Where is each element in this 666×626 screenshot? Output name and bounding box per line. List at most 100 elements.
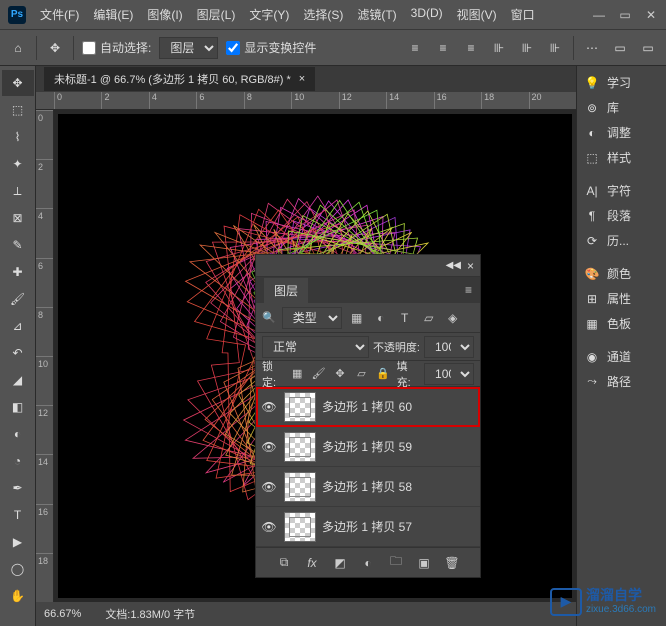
mode-icon[interactable]: ▭ (638, 38, 658, 58)
more-icon[interactable]: ⋯ (582, 38, 602, 58)
crop-tool[interactable]: ⟂ (2, 178, 34, 204)
filter-type-icon[interactable]: T (396, 309, 414, 327)
filter-pixel-icon[interactable]: ▦ (348, 309, 366, 327)
document-tab[interactable]: 未标题-1 @ 66.7% (多边形 1 拷贝 60, RGB/8#) * × (44, 67, 315, 91)
stamp-tool[interactable]: ⊿ (2, 313, 34, 339)
layer-item[interactable]: 👁 多边形 1 拷贝 58 (256, 467, 480, 507)
lock-artboard-icon[interactable]: ▱ (354, 365, 369, 383)
visibility-icon[interactable]: 👁 (260, 480, 278, 494)
panel-char[interactable]: A|字符 (579, 178, 664, 203)
layer-thumbnail[interactable] (284, 472, 316, 502)
opacity-value[interactable]: 100% (424, 336, 474, 358)
new-group-icon[interactable]: 🗀 (387, 554, 405, 572)
visibility-icon[interactable]: 👁 (260, 440, 278, 454)
filter-adjust-icon[interactable]: ◐ (372, 309, 390, 327)
panel-path[interactable]: ⤳路径 (579, 369, 664, 394)
menu-select[interactable]: 选择(S) (297, 3, 349, 26)
panel-props[interactable]: ⊞属性 (579, 286, 664, 311)
layer-name[interactable]: 多边形 1 拷贝 57 (322, 518, 412, 535)
layer-name[interactable]: 多边形 1 拷贝 60 (322, 398, 412, 415)
eraser-tool[interactable]: ◢ (2, 367, 34, 393)
gradient-tool[interactable]: ◧ (2, 394, 34, 420)
wand-tool[interactable]: ✦ (2, 151, 34, 177)
hand-tool[interactable]: ✋ (2, 583, 34, 609)
visibility-icon[interactable]: 👁 (260, 400, 278, 414)
shape-tool[interactable]: ◯ (2, 556, 34, 582)
lock-position-icon[interactable]: ✥ (332, 365, 347, 383)
heal-tool[interactable]: ✚ (2, 259, 34, 285)
layer-item[interactable]: 👁 多边形 1 拷贝 57 (256, 507, 480, 547)
collapse-icon[interactable]: ◀◀ (446, 260, 461, 271)
layers-tab[interactable]: 图层 (264, 278, 308, 303)
frame-tool[interactable]: ⊠ (2, 205, 34, 231)
layer-thumbnail[interactable] (284, 432, 316, 462)
panel-para[interactable]: ¶段落 (579, 203, 664, 228)
show-transform-checkbox[interactable]: 显示变换控件 (226, 39, 316, 56)
marquee-tool[interactable]: ⬚ (2, 97, 34, 123)
link-layers-icon[interactable]: ⧉ (275, 554, 293, 572)
layer-thumbnail[interactable] (284, 512, 316, 542)
distribute-icon[interactable]: ⊪ (545, 38, 565, 58)
maximize-button[interactable]: ▭ (618, 8, 632, 22)
distribute-icon[interactable]: ⊪ (517, 38, 537, 58)
path-select-tool[interactable]: ▶ (2, 529, 34, 555)
filter-shape-icon[interactable]: ▱ (420, 309, 438, 327)
panel-channel[interactable]: ◉通道 (579, 344, 664, 369)
layer-name[interactable]: 多边形 1 拷贝 58 (322, 478, 412, 495)
layer-thumbnail[interactable] (284, 392, 316, 422)
tab-close-icon[interactable]: × (299, 73, 305, 85)
panel-history[interactable]: ⟳历... (579, 228, 664, 253)
panel-swatch[interactable]: ▦色板 (579, 311, 664, 336)
layer-list[interactable]: 👁 多边形 1 拷贝 60 👁 多边形 1 拷贝 59 👁 多边形 1 拷贝 58 👁 多边形… (256, 387, 480, 547)
menu-file[interactable]: 文件(F) (34, 3, 85, 26)
move-tool[interactable]: ✥ (2, 70, 34, 96)
layers-panel[interactable]: ◀◀ × 图层 ≡ 🔍 类型 ▦ ◐ T ▱ ◈ 正常 不透明度: 100% 锁… (255, 254, 481, 578)
lock-pixels-icon[interactable]: 🖌 (311, 365, 326, 383)
menu-filter[interactable]: 滤镜(T) (351, 3, 402, 26)
auto-select-checkbox[interactable]: 自动选择: (82, 39, 151, 56)
filter-type-select[interactable]: 类型 (282, 307, 342, 329)
menu-3d[interactable]: 3D(D) (405, 3, 449, 26)
layer-item[interactable]: 👁 多边形 1 拷贝 59 (256, 427, 480, 467)
type-tool[interactable]: T (2, 502, 34, 528)
filter-smart-icon[interactable]: ◈ (444, 309, 462, 327)
distribute-icon[interactable]: ⊪ (489, 38, 509, 58)
zoom-level[interactable]: 66.67% (44, 608, 81, 620)
layer-fx-icon[interactable]: fx (303, 554, 321, 572)
lasso-tool[interactable]: ⌇ (2, 124, 34, 150)
menu-edit[interactable]: 编辑(E) (87, 3, 139, 26)
close-icon[interactable]: × (467, 259, 474, 273)
search-icon[interactable]: 🔍 (262, 311, 276, 324)
delete-layer-icon[interactable]: 🗑 (443, 554, 461, 572)
brush-tool[interactable]: 🖌 (2, 286, 34, 312)
eyedropper-tool[interactable]: ✎ (2, 232, 34, 258)
panel-adjust[interactable]: ◐调整 (579, 120, 664, 145)
menu-view[interactable]: 视图(V) (451, 3, 503, 26)
layer-mask-icon[interactable]: ◩ (331, 554, 349, 572)
menu-window[interactable]: 窗口 (505, 3, 541, 26)
panel-menu-icon[interactable]: ≡ (465, 283, 472, 297)
panel-style[interactable]: ⬚样式 (579, 145, 664, 170)
dodge-tool[interactable]: ◔ (2, 448, 34, 474)
blend-mode-select[interactable]: 正常 (262, 336, 369, 358)
layer-name[interactable]: 多边形 1 拷贝 59 (322, 438, 412, 455)
auto-select-target[interactable]: 图层 (159, 37, 218, 59)
align-icon[interactable]: ≡ (405, 38, 425, 58)
minimize-button[interactable]: — (592, 8, 606, 22)
home-icon[interactable]: ⌂ (8, 38, 28, 58)
adjustment-layer-icon[interactable]: ◐ (359, 554, 377, 572)
lock-transparent-icon[interactable]: ▦ (289, 365, 304, 383)
visibility-icon[interactable]: 👁 (260, 520, 278, 534)
history-brush-tool[interactable]: ↶ (2, 340, 34, 366)
panel-cc[interactable]: ⊚库 (579, 95, 664, 120)
close-button[interactable]: ✕ (644, 8, 658, 22)
layer-item[interactable]: 👁 多边形 1 拷贝 60 (256, 387, 480, 427)
menu-image[interactable]: 图像(I) (141, 3, 188, 26)
lock-all-icon[interactable]: 🔒 (375, 365, 390, 383)
menu-type[interactable]: 文字(Y) (243, 3, 295, 26)
new-layer-icon[interactable]: ▣ (415, 554, 433, 572)
mode-icon[interactable]: ▭ (610, 38, 630, 58)
panel-color[interactable]: 🎨颜色 (579, 261, 664, 286)
panel-bulb[interactable]: 💡学习 (579, 70, 664, 95)
align-icon[interactable]: ≡ (461, 38, 481, 58)
